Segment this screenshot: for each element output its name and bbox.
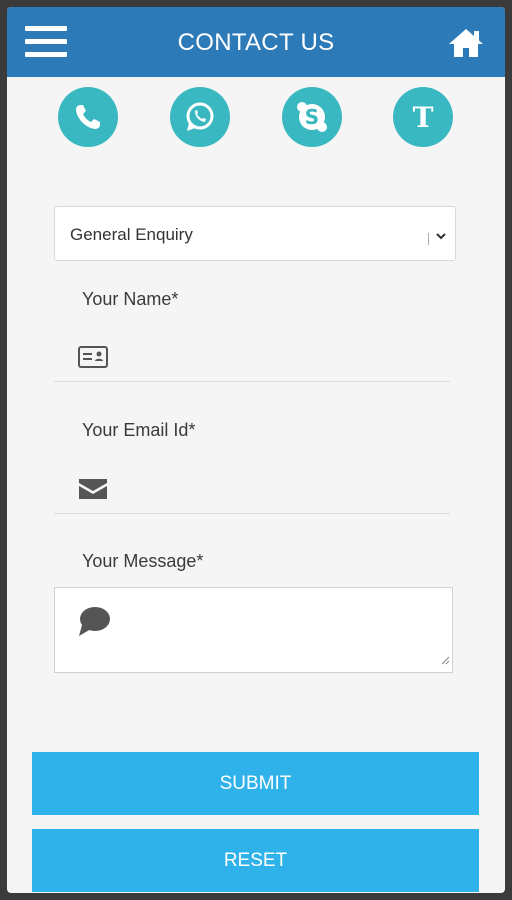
email-field[interactable] (54, 466, 450, 514)
name-field[interactable] (54, 334, 450, 382)
select-divider (428, 233, 429, 245)
phone-icon[interactable] (58, 87, 118, 147)
chevron-down-icon (434, 229, 448, 248)
page-title: CONTACT US (177, 29, 335, 56)
speech-bubble-icon (77, 606, 111, 643)
app-header: CONTACT US (7, 7, 505, 77)
id-card-icon (78, 346, 108, 373)
message-label: Your Message* (82, 551, 204, 571)
whatsapp-icon[interactable] (170, 87, 230, 147)
envelope-icon (78, 478, 108, 505)
svg-text:S: S (305, 105, 319, 129)
t-icon[interactable]: T (393, 87, 453, 147)
message-textarea[interactable] (54, 587, 453, 673)
email-label: Your Email Id* (82, 420, 196, 440)
contact-methods: S T (7, 87, 505, 149)
app-screen: CONTACT US S T General Enquiry Your Name… (7, 7, 505, 893)
submit-button[interactable]: SUBMIT (32, 752, 479, 815)
skype-icon[interactable]: S (282, 87, 342, 147)
name-label: Your Name* (82, 289, 179, 309)
enquiry-type-select[interactable]: General Enquiry (54, 206, 456, 261)
reset-button[interactable]: RESET (32, 829, 479, 892)
home-icon[interactable] (447, 25, 485, 61)
enquiry-type-value: General Enquiry (70, 225, 193, 244)
resize-handle[interactable] (440, 652, 450, 670)
